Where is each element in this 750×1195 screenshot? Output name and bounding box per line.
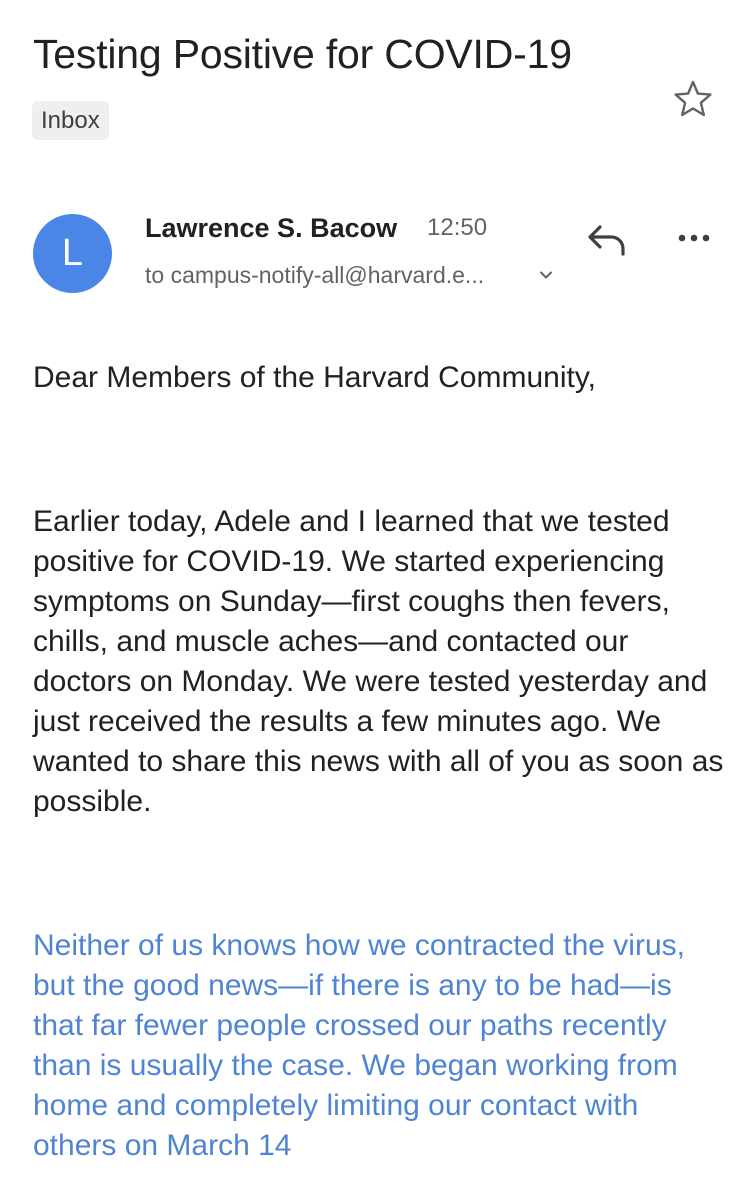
- reply-icon[interactable]: [584, 218, 628, 258]
- sender-avatar: L: [33, 214, 112, 293]
- star-icon[interactable]: [672, 78, 714, 120]
- inbox-label-chip[interactable]: Inbox: [32, 101, 109, 140]
- email-paragraph: Earlier today, Adele and I learned that …: [33, 505, 724, 818]
- chevron-down-icon[interactable]: [537, 266, 555, 284]
- email-subject: Testing Positive for COVID-19: [33, 31, 572, 77]
- recipient-line[interactable]: to campus-notify-all@harvard.e...: [145, 260, 484, 290]
- email-view: Testing Positive for COVID-19 Inbox L La…: [0, 0, 750, 1195]
- email-body: Dear Members of the Harvard Community, E…: [33, 358, 728, 1166]
- sent-time: 12:50: [427, 214, 488, 241]
- email-greeting: Dear Members of the Harvard Community,: [33, 361, 596, 394]
- sender-name: Lawrence S. Bacow: [145, 213, 398, 243]
- more-options-icon[interactable]: [672, 220, 716, 256]
- email-paragraph-highlighted: Neither of us knows how we contracted th…: [33, 929, 685, 1162]
